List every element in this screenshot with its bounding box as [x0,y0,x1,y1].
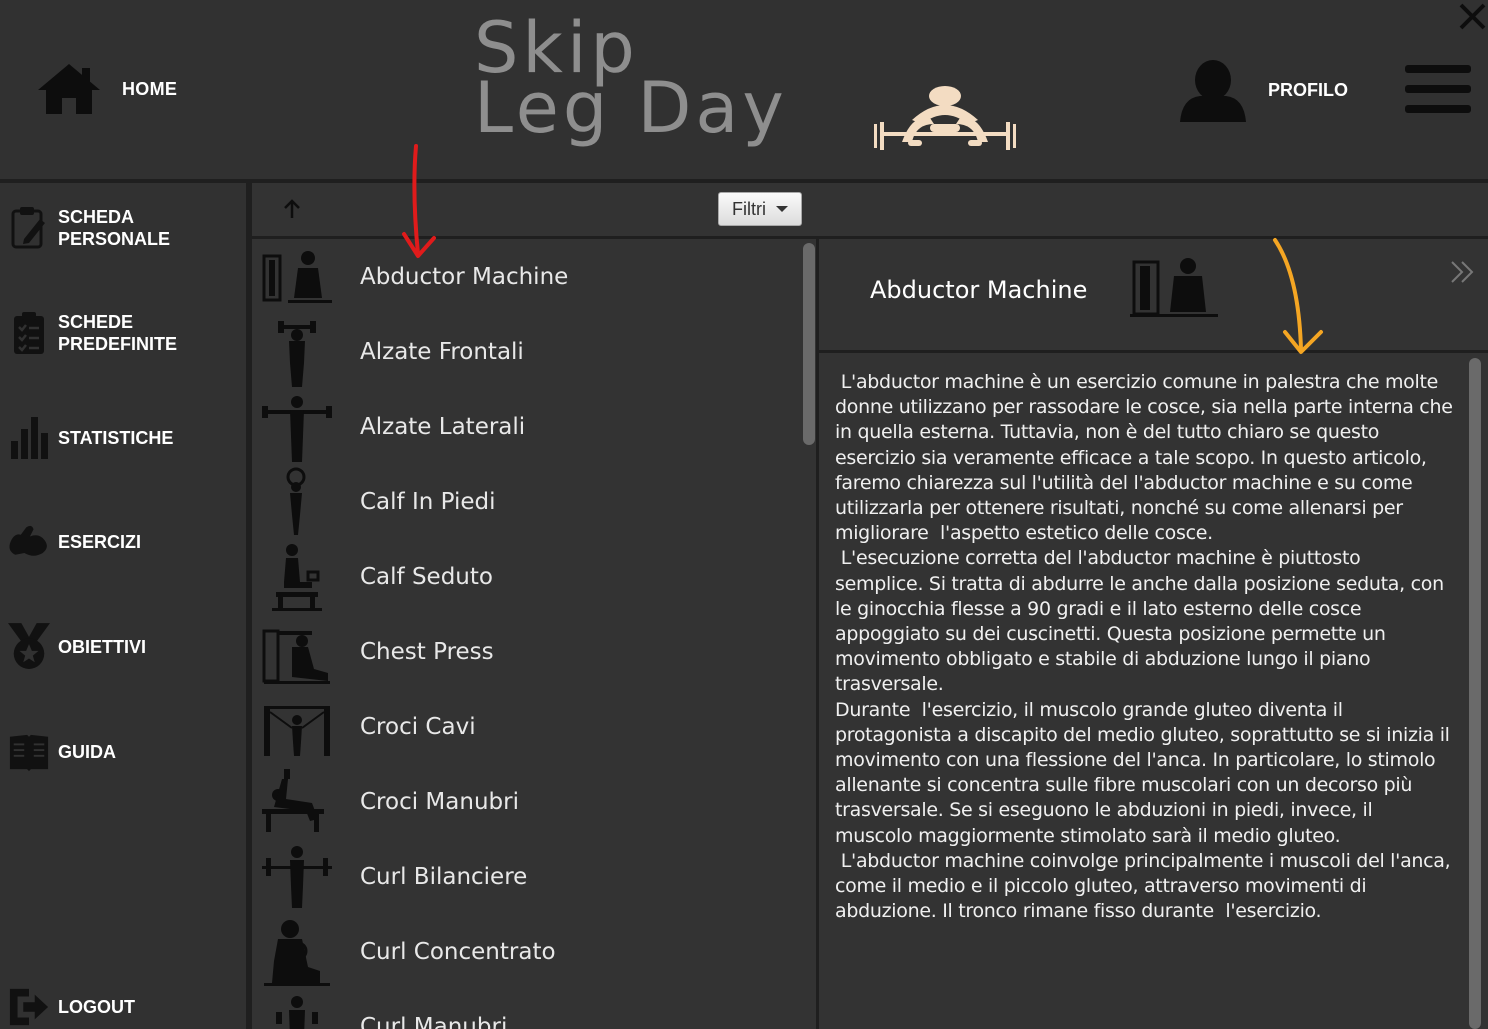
detail-scrollbar-thumb[interactable] [1469,358,1481,1029]
description-paragraph: L'abductor machine coinvolge principalme… [835,849,1451,923]
profile-button[interactable]: PROFILO [1178,58,1348,122]
cable-crossover-icon [264,705,330,756]
sidebar-item-label: SCHEDA PERSONALE [58,207,171,249]
home-icon [38,64,100,114]
sidebar-item-schede-predefinite[interactable]: SCHEDE PREDEFINITE [8,310,177,356]
list-item[interactable]: Curl Bilanciere [252,839,800,914]
muscle-icon [9,525,47,556]
sidebar-item-esercizi[interactable]: ESERCIZI [8,522,141,562]
sort-up-arrow-icon[interactable] [282,198,302,220]
sidebar-item-label: SCHEDE PREDEFINITE [58,312,178,354]
home-button[interactable]: HOME [36,62,177,116]
exercise-name: Croci Manubri [360,788,519,815]
orange-annotation-arrow [1273,238,1323,354]
sidebar-item-scheda-personale[interactable]: SCHEDA PERSONALE [8,205,170,251]
sidebar-item-guida[interactable]: GUIDA [8,730,116,774]
exercise-name: Curl Bilanciere [360,863,528,890]
red-annotation-arrow [402,144,436,258]
exercise-name: Croci Cavi [360,713,476,740]
clipboard-edit-icon [11,207,45,249]
list-item[interactable]: Croci Manubri [252,764,800,839]
checklist-icon [14,312,44,354]
exercise-name: Chest Press [360,638,494,665]
sidebar-item-label: ESERCIZI [58,532,142,552]
list-item[interactable]: Chest Press [252,614,800,689]
concentration-curl-icon [264,919,330,986]
home-label: HOME [122,78,178,99]
chest-press-icon [262,629,330,684]
description-paragraph: Durante l'esercizio, il muscolo grande g… [835,698,1456,847]
front-raise-icon [278,320,316,387]
hamburger-menu-icon[interactable] [1405,65,1471,113]
abductor-machine-icon [262,250,332,303]
logout-icon [9,988,49,1026]
list-item[interactable]: Curl Concentrato [252,914,800,989]
sidebar-item-obiettivi[interactable]: OBIETTIVI [8,622,146,672]
detail-title: Abductor Machine [870,276,1088,304]
sidebar-item-label: GUIDA [58,742,116,762]
profile-label: PROFILO [1268,79,1348,100]
exercise-description: L'abductor machine è un esercizio comune… [835,370,1453,924]
seated-calf-raise-icon [272,543,322,611]
abductor-machine-icon [1130,258,1218,317]
exercise-name: Calf In Piedi [360,488,496,515]
user-icon [1180,60,1246,122]
sidebar-item-label: LOGOUT [58,997,135,1017]
exercise-name: Calf Seduto [360,563,493,590]
filter-label: Filtri [732,198,766,219]
list-item[interactable]: Calf In Piedi [252,464,800,539]
sidebar-item-statistiche[interactable]: STATISTICHE [8,415,173,461]
exercise-name: Abductor Machine [360,263,569,290]
dumbbell-curl-icon [276,995,318,1029]
list-scrollbar-thumb[interactable] [803,243,815,445]
exercise-name: Curl Concentrato [360,938,556,965]
exercise-list: Abductor Machine Alzate Frontali Alzate … [252,239,800,1029]
list-item[interactable]: Calf Seduto [252,539,800,614]
sidebar-item-label: OBIETTIVI [58,637,147,657]
collapse-right-icon[interactable] [1448,258,1476,286]
description-paragraph: L'esecuzione corretta del l'abductor mac… [835,547,1450,696]
barbell-curl-icon [262,845,332,908]
list-item[interactable]: Croci Cavi [252,689,800,764]
lateral-raise-icon [262,395,332,462]
list-item[interactable]: Alzate Laterali [252,389,800,464]
list-item[interactable]: Abductor Machine [252,239,800,314]
exercise-name: Alzate Frontali [360,338,524,365]
medal-icon [8,623,50,669]
filter-dropdown[interactable]: Filtri [718,192,802,226]
exercise-name: Curl Manubri [360,1013,508,1029]
dumbbell-fly-icon [262,768,324,832]
standing-calf-raise-icon [286,467,306,535]
list-item[interactable]: Curl Manubri [252,989,800,1029]
exercise-name: Alzate Laterali [360,413,526,440]
list-item[interactable]: Alzate Frontali [252,314,800,389]
close-icon[interactable] [1456,0,1488,32]
logo-line-2: Leg Day [474,67,788,150]
sidebar-item-label: STATISTICHE [58,428,174,448]
chevron-down-icon [776,206,788,212]
sidebar-item-logout[interactable]: LOGOUT [8,986,135,1028]
description-paragraph: L'abductor machine è un esercizio comune… [835,371,1453,545]
squat-logo-icon [874,86,1016,150]
app-logo: Skip Leg Day [474,13,788,150]
book-icon [9,734,49,772]
bar-chart-icon [11,417,48,459]
